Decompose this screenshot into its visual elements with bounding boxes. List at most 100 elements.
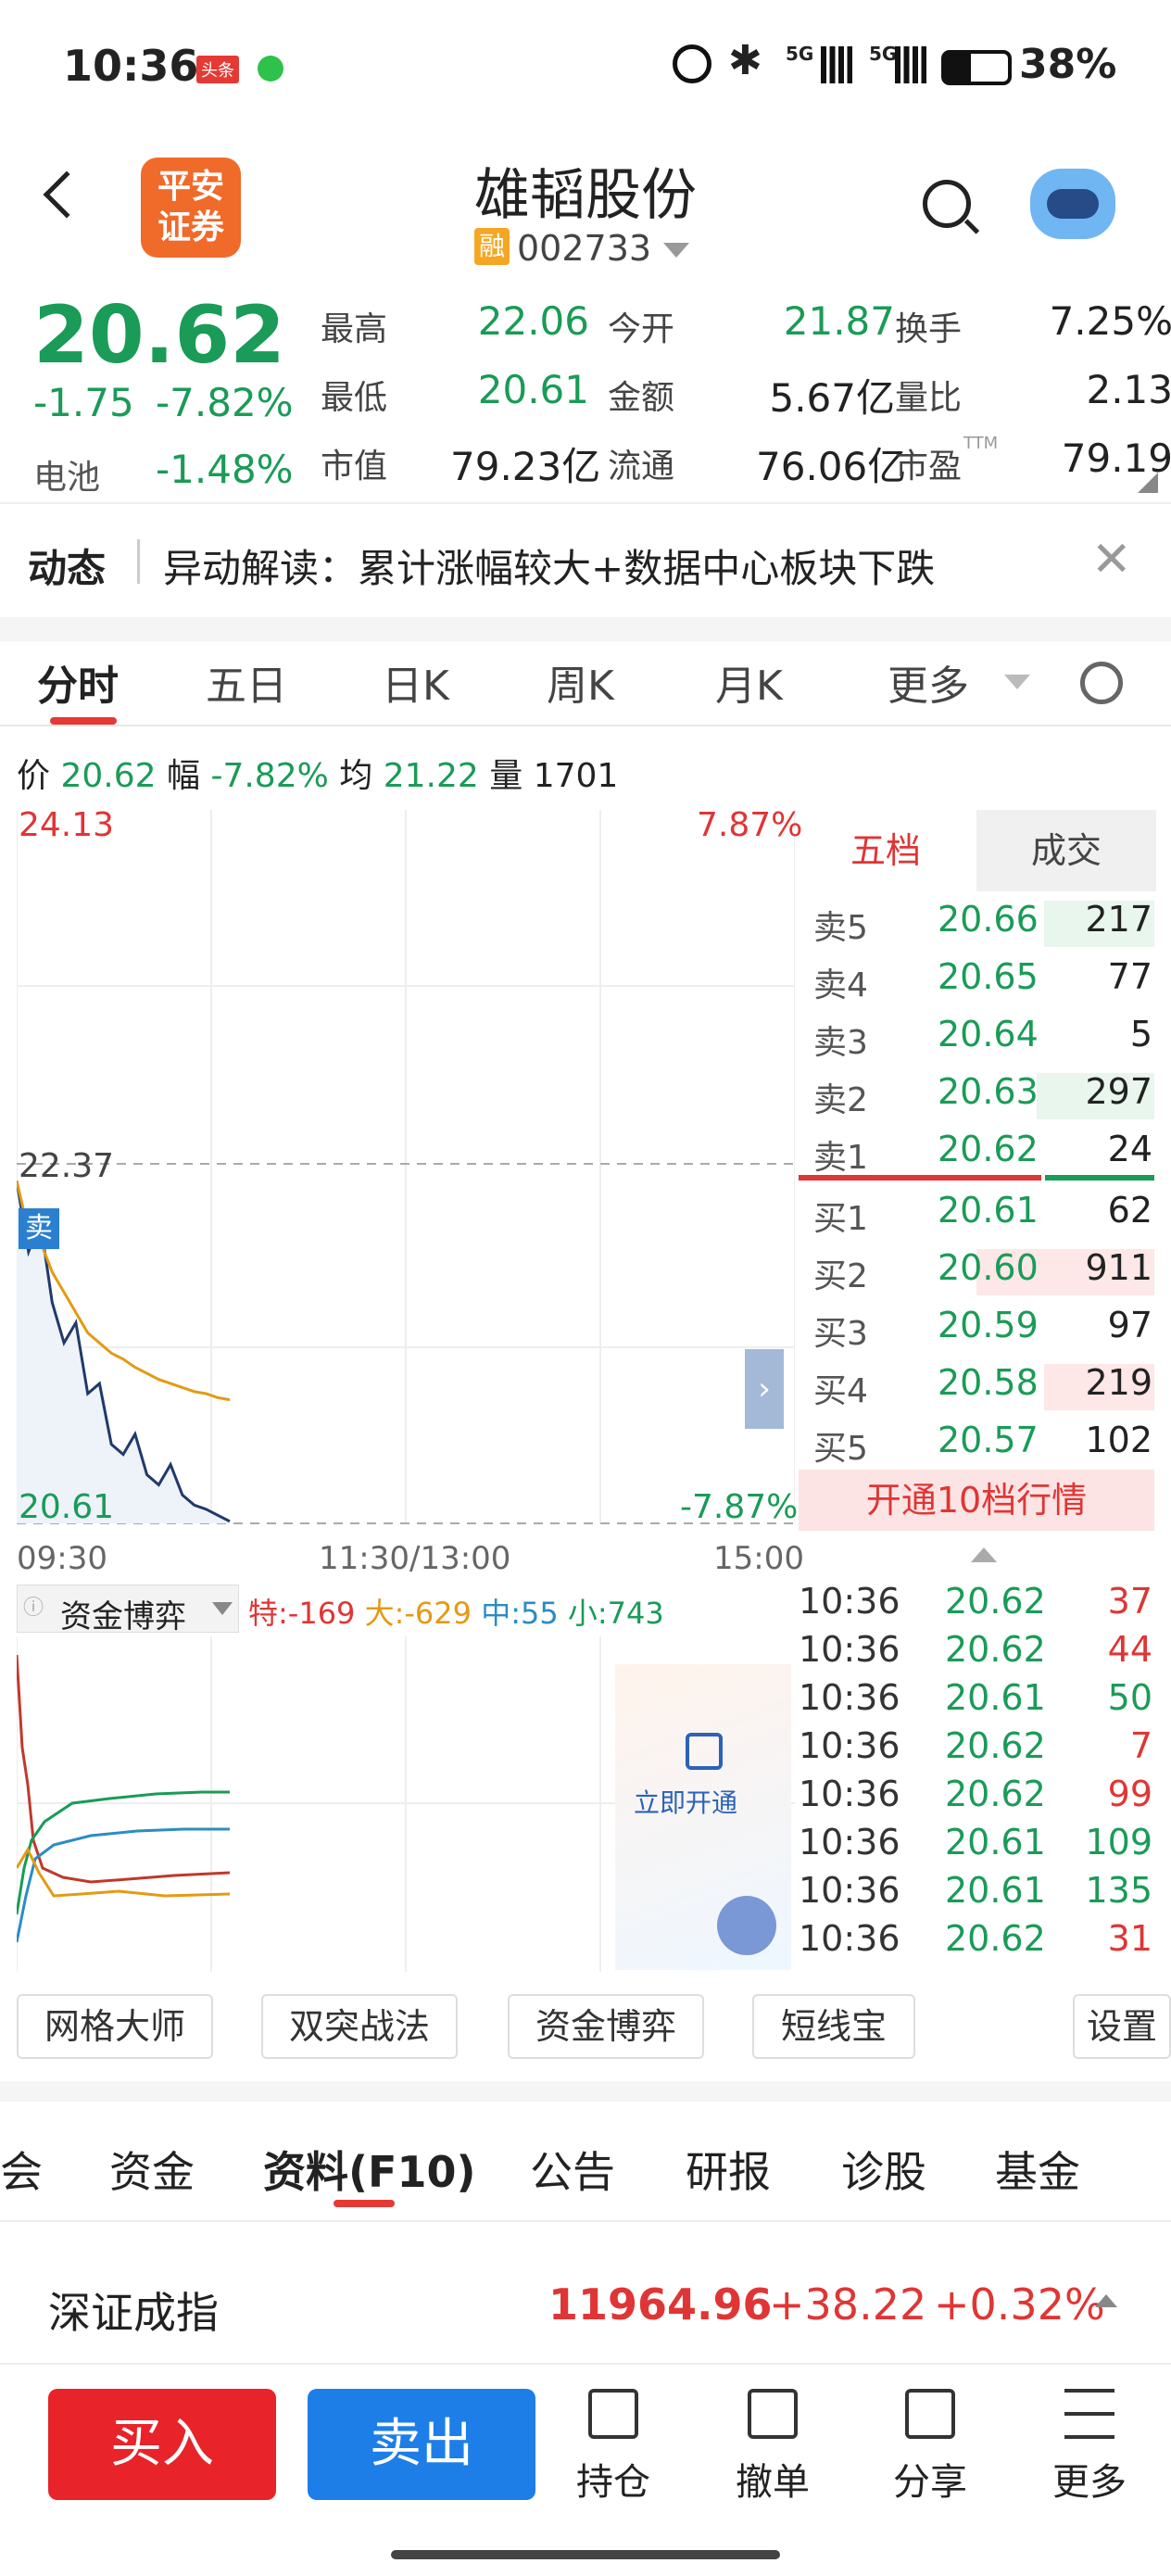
- signal-bars-icon-2: [895, 46, 926, 83]
- fullscreen-icon[interactable]: [717, 1896, 776, 1955]
- book-price[interactable]: 20.64: [938, 1014, 1039, 1054]
- gear-icon[interactable]: [1080, 662, 1123, 704]
- book-price[interactable]: 20.58: [938, 1362, 1039, 1403]
- book-level-label: 卖1: [813, 1139, 868, 1177]
- open-level10-button[interactable]: 开通10档行情: [799, 1470, 1154, 1531]
- tab-weekly-k[interactable]: 周K: [547, 652, 614, 712]
- book-price[interactable]: 20.61: [938, 1190, 1039, 1231]
- close-icon[interactable]: ✕: [1091, 532, 1132, 587]
- tool-grid-master[interactable]: 网格大师: [17, 1994, 213, 2059]
- stat-label-float-cap: 流通: [608, 448, 675, 486]
- book-price[interactable]: 20.66: [938, 899, 1039, 940]
- tab-daily-k[interactable]: 日K: [382, 652, 449, 712]
- active-tab-indicator: [50, 717, 117, 725]
- tick-time: 10:36: [799, 1870, 900, 1911]
- capital-flows: 特:-169 大:-629 中:55 小:743: [248, 1590, 664, 1633]
- book-price[interactable]: 20.60: [938, 1247, 1039, 1288]
- ftab-partial[interactable]: 会: [0, 2139, 43, 2200]
- book-price[interactable]: 20.59: [938, 1305, 1039, 1345]
- ftab-diagnosis[interactable]: 诊股: [841, 2139, 926, 2200]
- tick-price: 20.61: [945, 1822, 1046, 1863]
- ticks-up-arrow[interactable]: [971, 1547, 997, 1562]
- intraday-chart[interactable]: [17, 810, 795, 1533]
- more-dropdown-icon[interactable]: [1004, 675, 1030, 689]
- ftab-f10[interactable]: 资料(F10): [263, 2139, 475, 2200]
- section-gap-2: [0, 2081, 1171, 2102]
- stat-value-high: 22.06: [477, 298, 589, 344]
- toutiao-badge: 头条: [196, 56, 239, 83]
- tab-more[interactable]: 更多: [888, 652, 969, 712]
- stat-label-turnover: 换手: [895, 310, 963, 348]
- ftab-capital[interactable]: 资金: [109, 2139, 195, 2200]
- news-bar[interactable]: 动态 异动解读：累计涨幅较大+数据中心板块下跌 ✕: [0, 502, 1171, 617]
- book-level-label: 买5: [813, 1430, 868, 1468]
- search-icon[interactable]: [923, 180, 971, 228]
- chart-expand-arrow[interactable]: ›: [745, 1349, 784, 1429]
- buy-button[interactable]: 买入: [48, 2389, 276, 2500]
- info-avg: 21.22: [383, 757, 479, 795]
- share-label: 分享: [893, 2461, 967, 2504]
- share-button[interactable]: 分享: [884, 2389, 976, 2506]
- stat-label-volume-ratio: 量比: [895, 379, 963, 417]
- chart-bottom-price: 20.61: [19, 1488, 115, 1526]
- capital-selector[interactable]: ⓘ 资金博弈: [17, 1585, 239, 1635]
- stock-header: 平安 证券 雄韬股份 融 002733: [0, 139, 1171, 287]
- book-level-label: 卖5: [813, 909, 868, 947]
- upgrade-overlay[interactable]: 立即开通: [615, 1664, 791, 1970]
- tab-five-day[interactable]: 五日: [206, 652, 287, 712]
- stat-label-high: 最高: [321, 310, 388, 348]
- index-expand-icon[interactable]: [1095, 2294, 1117, 2307]
- chat-icon: [258, 56, 283, 82]
- tool-settings[interactable]: 设置: [1073, 1994, 1171, 2059]
- book-price[interactable]: 20.57: [938, 1420, 1039, 1460]
- status-bar: 10:36 头条 ✱ 5G 5G 38%: [0, 0, 1171, 139]
- stock-name: 雄韬股份: [474, 163, 697, 228]
- tab-monthly-k[interactable]: 月K: [715, 652, 783, 712]
- code-dropdown-icon[interactable]: [663, 243, 689, 258]
- book-volume: 911: [1085, 1247, 1152, 1288]
- expand-corner-icon[interactable]: [1138, 473, 1158, 493]
- index-ticker[interactable]: 深证成指 11964.96 +38.22 +0.32%: [0, 2246, 1171, 2365]
- tick-vol: 109: [1085, 1822, 1152, 1863]
- stock-code[interactable]: 002733: [517, 228, 651, 269]
- tool-capital-game[interactable]: 资金博弈: [508, 1994, 704, 2059]
- tick-price: 20.62: [945, 1629, 1046, 1670]
- home-indicator: [391, 2550, 780, 2559]
- sector-label[interactable]: 电池: [33, 450, 100, 499]
- robot-assistant-icon[interactable]: [1030, 169, 1115, 239]
- book-volume: 102: [1085, 1420, 1152, 1460]
- tool-buttons: 网格大师 双突战法 资金博弈 短线宝 设置: [0, 1970, 1171, 2081]
- tab-intraday[interactable]: 分时: [37, 652, 119, 712]
- book-price[interactable]: 20.62: [938, 1129, 1039, 1169]
- info-pct: -7.82%: [210, 757, 329, 795]
- stat-value-low: 20.61: [477, 367, 589, 412]
- book-price[interactable]: 20.65: [938, 956, 1039, 997]
- book-level-label: 卖3: [813, 1024, 868, 1062]
- book-volume: 62: [1107, 1190, 1152, 1231]
- ftab-research[interactable]: 研报: [686, 2139, 771, 2200]
- tool-short-line[interactable]: 短线宝: [752, 1994, 915, 2059]
- margin-badge: 融: [474, 228, 510, 265]
- sell-button[interactable]: 卖出: [308, 2389, 535, 2500]
- ftab-fund[interactable]: 基金: [995, 2139, 1080, 2200]
- lock-icon: [686, 1733, 723, 1770]
- bottom-bar: 买入 卖出 持仓 撤单 分享 更多: [0, 2365, 1171, 2576]
- more-button[interactable]: 更多: [1043, 2389, 1136, 2506]
- tab-trades[interactable]: 成交: [976, 810, 1156, 891]
- holdings-button[interactable]: 持仓: [567, 2389, 660, 2506]
- book-volume: 219: [1085, 1362, 1152, 1403]
- index-value: 11964.96: [548, 2279, 773, 2330]
- cancel-order-button[interactable]: 撤单: [726, 2389, 819, 2506]
- stat-value-amount: 5.67亿: [769, 375, 895, 421]
- quote-panel: 20.62 -1.75 -7.82% 电池 -1.48% 最高 22.06 今开 21…: [0, 287, 1171, 502]
- sell-signal-tag[interactable]: 卖: [19, 1208, 59, 1249]
- tab-order-book[interactable]: 五档: [795, 810, 976, 891]
- book-price[interactable]: 20.63: [938, 1071, 1039, 1112]
- ftab-announcements[interactable]: 公告: [530, 2139, 615, 2200]
- stat-label-pe-ratio: 市盈: [895, 448, 963, 486]
- tool-double-breakout[interactable]: 双突战法: [261, 1994, 458, 2059]
- book-volume: 5: [1129, 1014, 1152, 1054]
- tick-vol: 44: [1107, 1629, 1152, 1670]
- buy-pressure-bar: [1045, 1175, 1154, 1181]
- sell-pressure-bar: [799, 1175, 1041, 1181]
